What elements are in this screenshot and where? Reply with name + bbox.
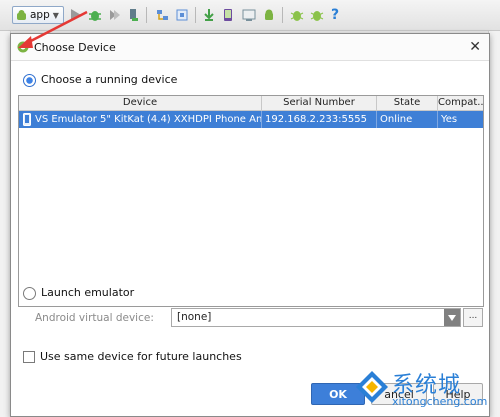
watermark: 系统城 xitongcheng.com: [352, 367, 500, 417]
launch-emulator-label: Launch emulator: [41, 286, 135, 299]
device-monitor-icon[interactable]: [242, 6, 256, 24]
column-header-serial[interactable]: Serial Number: [262, 96, 377, 110]
sdk-manager-icon[interactable]: [202, 6, 216, 24]
launch-emulator-radio[interactable]: [23, 287, 36, 300]
sync-project-icon[interactable]: [175, 6, 189, 24]
same-device-checkbox[interactable]: [23, 351, 35, 363]
column-header-compat[interactable]: Compat...: [438, 96, 483, 110]
same-device-label: Use same device for future launches: [40, 350, 242, 363]
project-structure-icon[interactable]: [155, 6, 169, 24]
column-header-state[interactable]: State: [377, 96, 438, 110]
avd-label: Android virtual device:: [35, 312, 154, 324]
state-cell: Online: [377, 111, 438, 128]
toolbar-separator: [282, 7, 283, 23]
running-device-radio[interactable]: [23, 74, 36, 87]
annotation-arrow: [18, 10, 88, 48]
running-device-label: Choose a running device: [41, 73, 178, 86]
chevron-down-icon[interactable]: [444, 309, 460, 326]
avd-select[interactable]: [none]: [171, 308, 461, 327]
table-header: Device Serial Number State Compat...: [19, 96, 483, 111]
help-icon[interactable]: ?: [331, 6, 339, 24]
android-monitor-icon[interactable]: [262, 6, 276, 24]
close-icon[interactable]: ✕: [469, 40, 481, 54]
bug-icon[interactable]: [310, 6, 324, 24]
avd-select-value: [none]: [177, 311, 212, 323]
table-row[interactable]: VS Emulator 5" KitKat (4.4) XXHDPI Phone…: [19, 111, 483, 128]
avd-manager-icon[interactable]: [222, 6, 234, 24]
device-cell: VS Emulator 5" KitKat (4.4) XXHDPI Phone…: [19, 111, 262, 128]
serial-cell: 192.168.2.233:5555: [262, 111, 377, 128]
watermark-url: xitongcheng.com: [392, 395, 488, 408]
windows-logo-icon: [356, 371, 388, 403]
bug-icon[interactable]: [290, 6, 304, 24]
phone-icon: [23, 113, 31, 126]
attach-debugger-icon[interactable]: [108, 6, 122, 24]
choose-device-dialog: Choose Device ✕ Choose a running device …: [10, 33, 490, 417]
stop-icon[interactable]: [128, 6, 140, 24]
toolbar-separator: [195, 7, 196, 23]
toolbar-separator: [146, 7, 147, 23]
compat-cell: Yes: [441, 114, 458, 125]
device-table: Device Serial Number State Compat... VS …: [18, 95, 484, 307]
avd-more-button[interactable]: ...: [463, 308, 483, 327]
column-header-device[interactable]: Device: [19, 96, 262, 110]
